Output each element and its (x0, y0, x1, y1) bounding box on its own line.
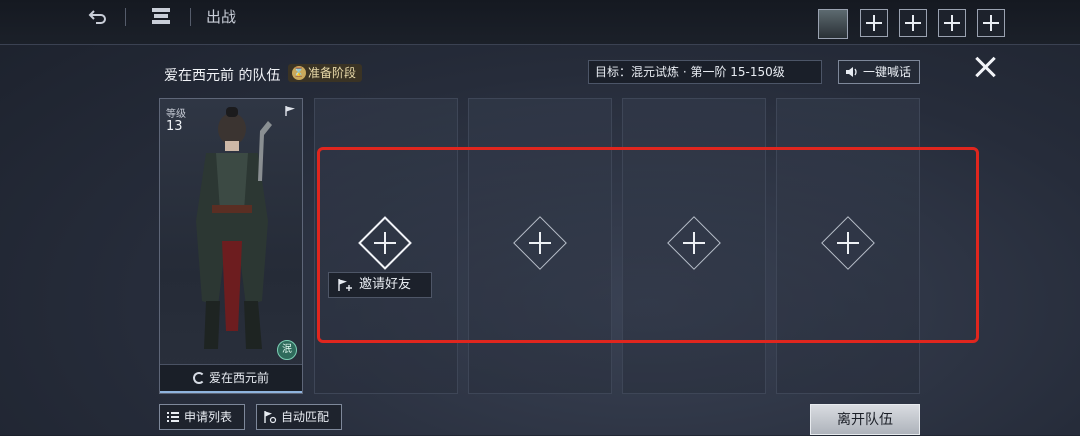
flag-icon (285, 106, 295, 116)
close-icon[interactable] (974, 56, 996, 78)
leader-avatar[interactable] (818, 9, 848, 39)
tab-deploy[interactable]: 出战 (206, 6, 236, 28)
shout-button-label: 一键喊话 (863, 65, 912, 79)
selected-indicator (160, 391, 302, 393)
divider (190, 8, 191, 26)
hourglass-icon: ⌛ (292, 66, 306, 80)
background-decoration (922, 330, 1022, 410)
apply-list-label: 申请列表 (184, 410, 233, 424)
team-title: 爱在西元前 的队伍 (164, 68, 281, 84)
apply-list-button[interactable]: 申请列表 (159, 404, 245, 430)
shout-button[interactable]: 一键喊话 (838, 60, 920, 84)
sect-icon (192, 372, 205, 384)
member-name: 爱在西元前 (208, 371, 269, 385)
auto-match-label: 自动匹配 (281, 410, 330, 424)
match-flag-icon (264, 411, 277, 424)
add-slot-button-1[interactable] (860, 9, 888, 37)
highlight-box (317, 147, 979, 343)
status-badge: ⌛ 准备阶段 (288, 64, 363, 82)
add-slot-button-2[interactable] (899, 9, 927, 37)
add-slot-button-3[interactable] (938, 9, 966, 37)
list-icon (167, 412, 179, 422)
divider (125, 8, 126, 26)
add-slot-button-4[interactable] (977, 9, 1005, 37)
stack-icon[interactable] (150, 6, 172, 28)
auto-match-button[interactable]: 自动匹配 (256, 404, 342, 430)
character-portrait (196, 107, 272, 349)
speaker-icon (846, 67, 857, 77)
leave-team-button[interactable]: 离开队伍 (810, 404, 920, 435)
team-target[interactable]: 目标：混元试炼 · 第一阶 15-150级 (588, 60, 822, 84)
top-bar: 出战 (0, 0, 1080, 45)
level-label: 等级 (166, 109, 186, 120)
member-card[interactable]: 等级 13 泯 爱在西元前 (159, 98, 303, 394)
status-badge-label: 准备阶段 (308, 66, 357, 80)
sect-emblem: 泯 (277, 340, 297, 360)
back-icon[interactable] (88, 6, 108, 28)
member-nameplate: 爱在西元前 (160, 364, 302, 393)
level-value: 13 (166, 119, 183, 134)
